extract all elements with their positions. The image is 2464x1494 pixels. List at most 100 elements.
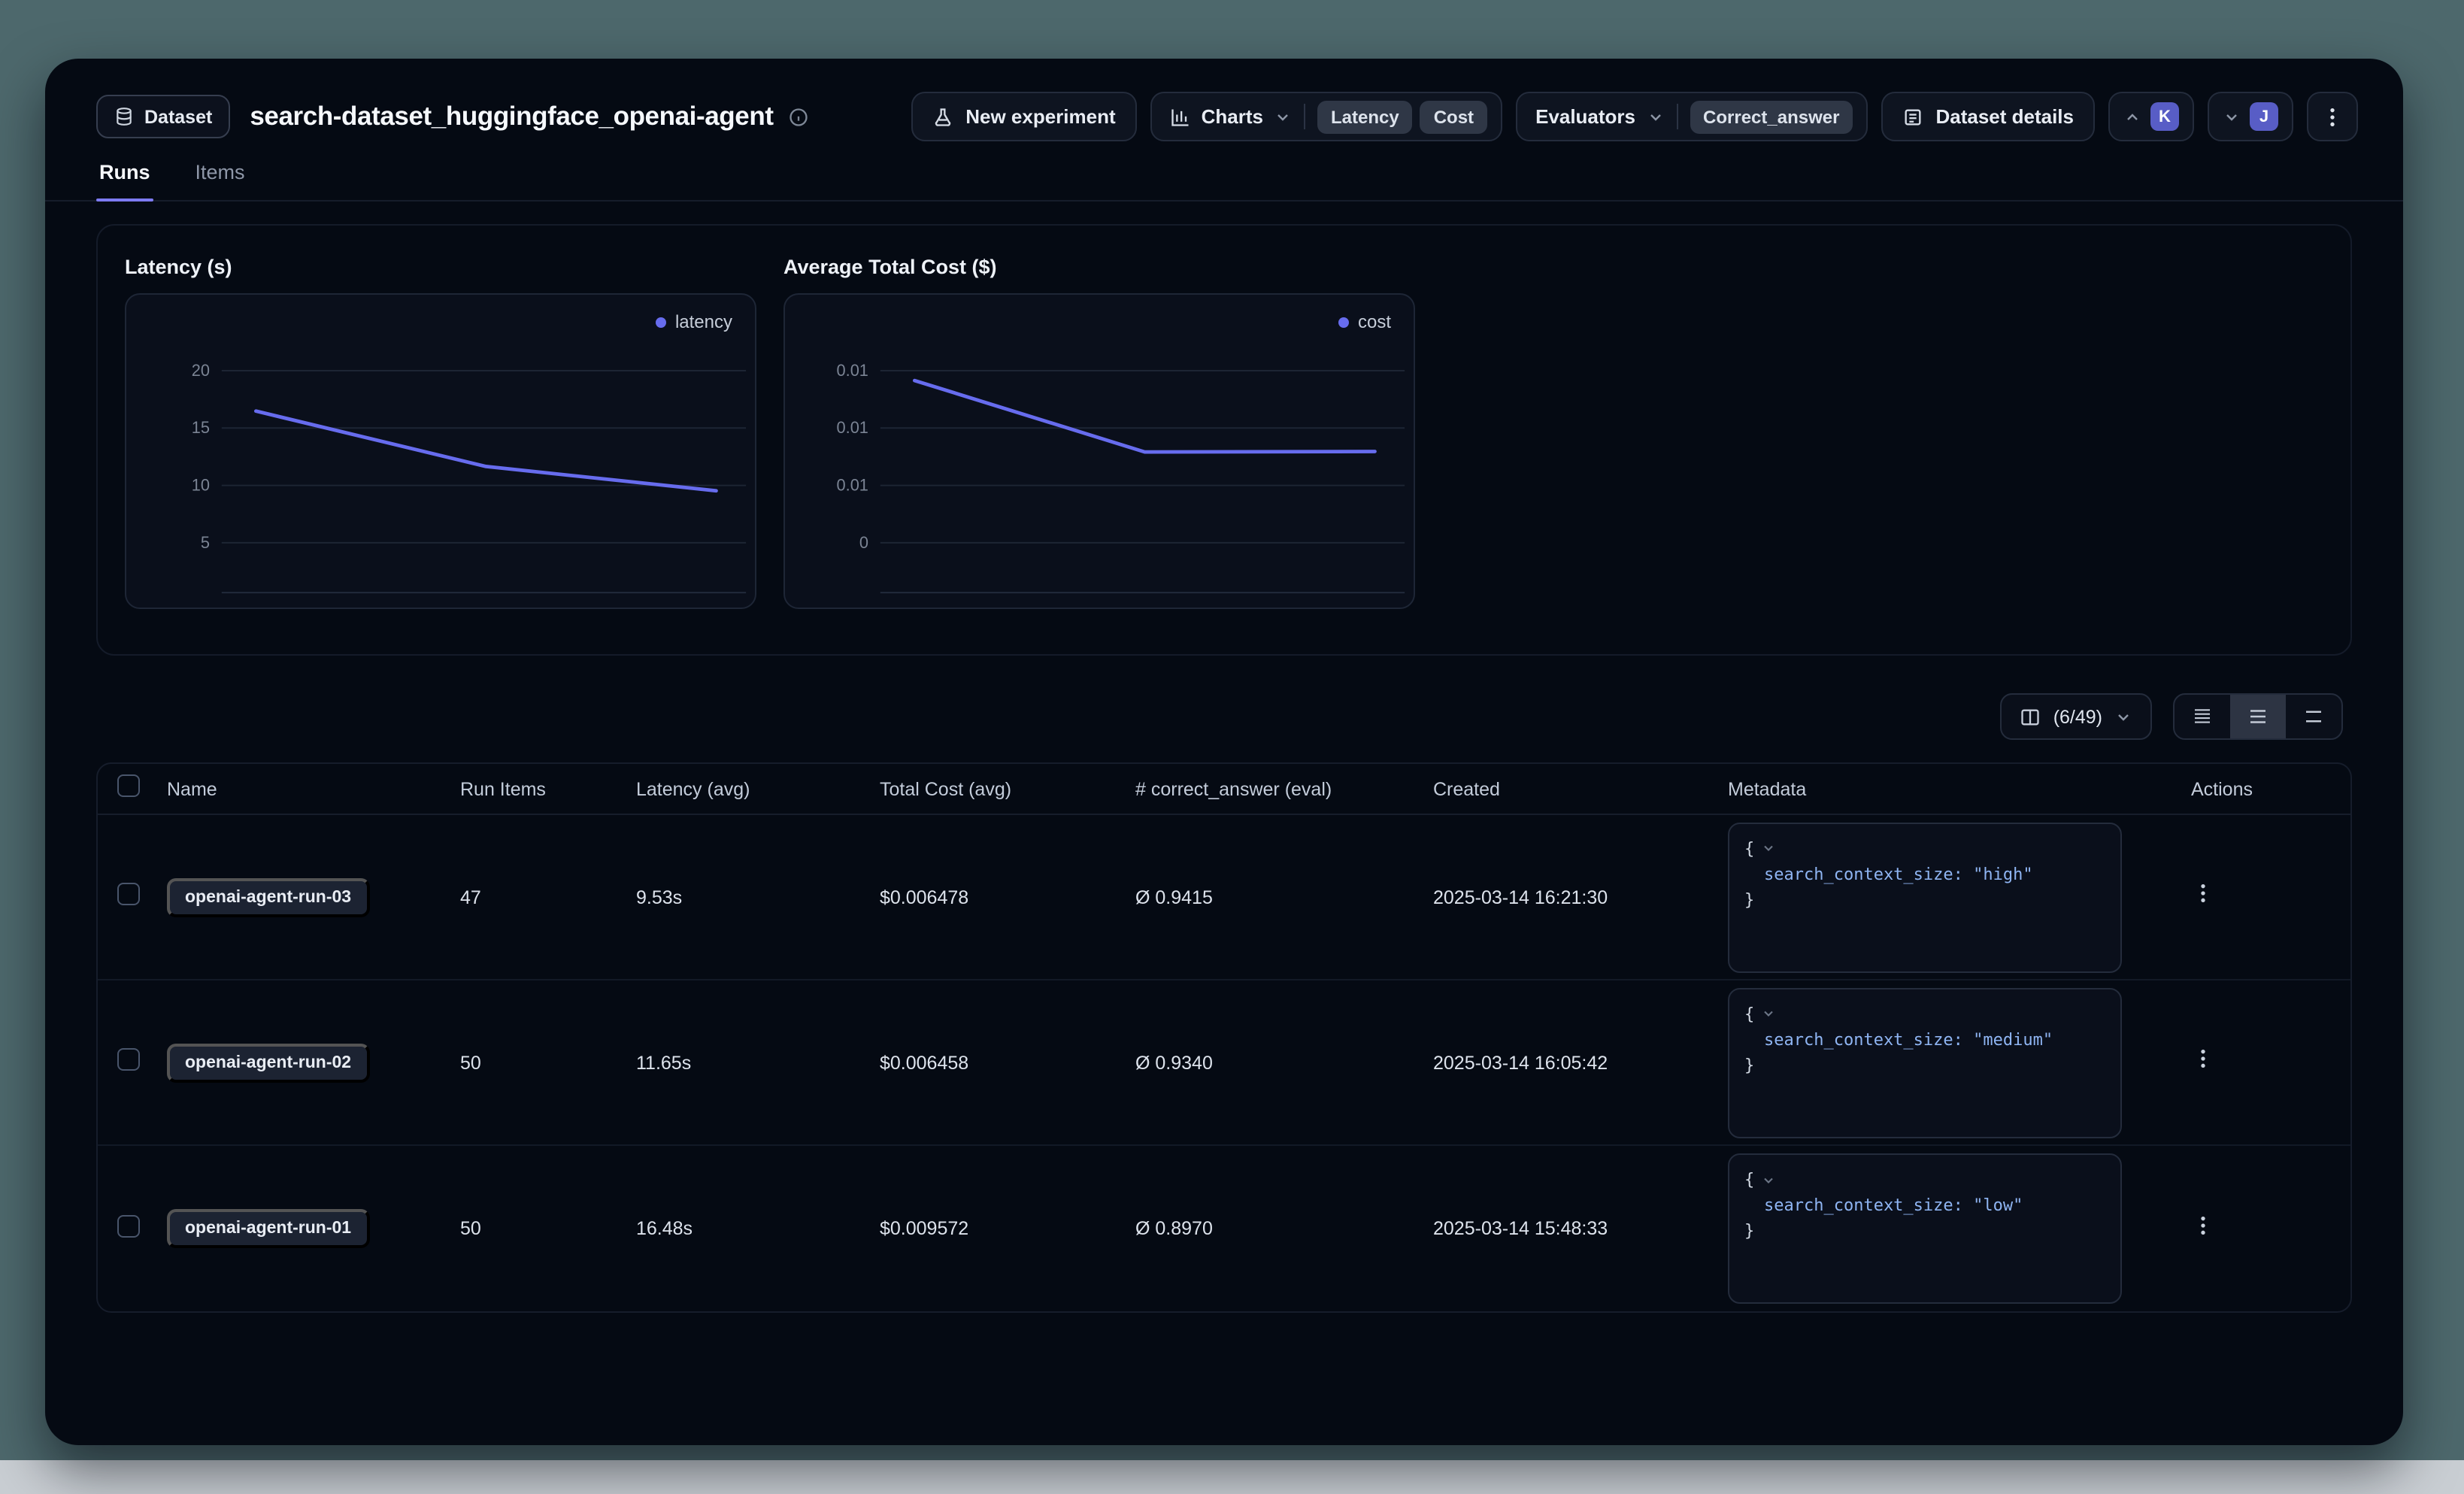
total-cost-cell: $0.009572: [880, 1218, 1135, 1239]
metadata-value: "low": [1973, 1196, 2023, 1215]
latency-chart-block: Latency (s) 2015105 latency: [125, 253, 756, 609]
latency-chart-card: 2015105 latency: [125, 293, 756, 609]
legend-label: latency: [675, 311, 732, 332]
cost-line-chart: 0.010.010.010: [785, 295, 1414, 608]
shortcut-key-k: K: [2150, 102, 2179, 131]
chip-cost[interactable]: Cost: [1420, 100, 1487, 133]
evaluators-dropdown-label: Evaluators: [1535, 105, 1635, 128]
row-actions-button[interactable]: [2191, 1213, 2215, 1237]
tab-items[interactable]: Items: [192, 161, 248, 200]
row-checkbox[interactable]: [117, 883, 140, 905]
latency-line-chart: 2015105: [126, 295, 755, 608]
evaluator-chips: Correct_answer: [1690, 100, 1853, 133]
run-items-cell: 50: [460, 1052, 636, 1073]
dataset-badge-label: Dataset: [144, 106, 212, 127]
table-controls: (6/49): [105, 693, 2343, 740]
run-name-badge[interactable]: openai-agent-run-02: [167, 1043, 369, 1082]
chevron-up-icon: [2123, 108, 2141, 126]
legend-dot: [656, 317, 666, 327]
rows-compact-icon: [2191, 705, 2214, 728]
metadata-close-brace: }: [1744, 886, 2105, 912]
column-visibility-button[interactable]: (6/49): [2001, 693, 2152, 740]
run-items-cell: 50: [460, 1218, 636, 1239]
charts-group: Charts Latency Cost: [1150, 92, 1502, 141]
previous-run-shortcut-button[interactable]: K: [2108, 92, 2194, 141]
chart-legend: latency: [656, 311, 732, 332]
bottom-strip: [0, 1459, 2464, 1494]
page-title: search-dataset_huggingface_openai-agent: [250, 101, 773, 132]
chip-correct-answer[interactable]: Correct_answer: [1690, 100, 1853, 133]
next-run-shortcut-button[interactable]: J: [2208, 92, 2293, 141]
dataset-badge: Dataset: [96, 95, 230, 138]
bar-chart-icon: [1170, 106, 1191, 127]
row-checkbox[interactable]: [117, 1048, 140, 1071]
metadata-collapse-icon[interactable]: [1760, 841, 1775, 856]
cost-chart-block: Average Total Cost ($) 0.010.010.010 cos…: [783, 253, 1415, 609]
overflow-menu-button[interactable]: [2307, 92, 2358, 141]
app-window: Dataset search-dataset_huggingface_opena…: [45, 59, 2403, 1445]
details-icon: [1902, 106, 1923, 127]
metadata-close-brace: }: [1744, 1052, 2105, 1077]
chart-legend: cost: [1338, 311, 1391, 332]
row-height-compact-button[interactable]: [2175, 695, 2230, 738]
top-bar: Dataset search-dataset_huggingface_opena…: [45, 59, 2403, 141]
total-cost-cell: $0.006458: [880, 1052, 1135, 1073]
row-height-medium-button[interactable]: [2230, 695, 2286, 738]
info-icon[interactable]: [789, 106, 810, 127]
divider: [1676, 104, 1678, 129]
chip-latency[interactable]: Latency: [1317, 100, 1413, 133]
page-background: Dataset search-dataset_huggingface_opena…: [0, 0, 2464, 1494]
table-row[interactable]: openai-agent-run-01 50 16.48s $0.009572 …: [98, 1146, 2350, 1311]
toolbar-actions: New experiment Charts Latency Cost: [911, 92, 2358, 141]
svg-text:15: 15: [192, 418, 210, 437]
column-header-run-items: Run Items: [460, 778, 636, 799]
tab-runs[interactable]: Runs: [96, 161, 153, 200]
metadata-json: { search_context_size: "high" }: [1728, 822, 2122, 972]
svg-text:0: 0: [859, 533, 868, 552]
charts-panel: Latency (s) 2015105 latency Average Tota…: [96, 224, 2352, 656]
table-row[interactable]: openai-agent-run-02 50 11.65s $0.006458 …: [98, 980, 2350, 1146]
new-experiment-button[interactable]: New experiment: [911, 92, 1136, 141]
metadata-close-brace: }: [1744, 1218, 2105, 1244]
column-header-correct-answer: # correct_answer (eval): [1135, 778, 1433, 799]
column-count-label: (6/49): [2053, 706, 2102, 727]
run-name-badge[interactable]: openai-agent-run-01: [167, 1209, 369, 1248]
columns-icon: [2020, 706, 2041, 727]
metadata-value: "high": [1973, 864, 2033, 883]
flask-icon: [932, 106, 953, 127]
column-header-created: Created: [1433, 778, 1728, 799]
kebab-icon: [2191, 1213, 2215, 1237]
row-checkbox[interactable]: [117, 1214, 140, 1237]
metadata-collapse-icon[interactable]: [1760, 1172, 1775, 1187]
metadata-open-brace: {: [1744, 835, 1754, 861]
correct-answer-cell: Ø 0.9415: [1135, 886, 1433, 908]
svg-text:0.01: 0.01: [837, 475, 868, 494]
evaluators-dropdown-button[interactable]: Evaluators: [1535, 105, 1664, 128]
metadata-collapse-icon[interactable]: [1760, 1006, 1775, 1021]
metadata-key: search_context_size:: [1764, 864, 1963, 883]
select-all-checkbox[interactable]: [117, 774, 140, 797]
row-actions-button[interactable]: [2191, 1047, 2215, 1071]
metadata-open-brace: {: [1744, 1167, 1754, 1192]
runs-table: Name Run Items Latency (avg) Total Cost …: [96, 762, 2352, 1313]
metadata-json: { search_context_size: "medium" }: [1728, 987, 2122, 1138]
chevron-down-icon: [2114, 708, 2132, 726]
dataset-details-label: Dataset details: [1935, 105, 2074, 128]
kebab-icon: [2191, 881, 2215, 905]
chevron-down-icon: [1646, 108, 1664, 126]
charts-dropdown-button[interactable]: Charts: [1170, 105, 1292, 128]
metadata-key: search_context_size:: [1764, 1029, 1963, 1049]
latency-cell: 9.53s: [636, 886, 880, 908]
chevron-down-icon: [2223, 108, 2241, 126]
table-row[interactable]: openai-agent-run-03 47 9.53s $0.006478 Ø…: [98, 815, 2350, 980]
correct-answer-cell: Ø 0.9340: [1135, 1052, 1433, 1073]
chart-title: Average Total Cost ($): [783, 256, 1415, 278]
latency-cell: 16.48s: [636, 1218, 880, 1239]
column-header-total-cost: Total Cost (avg): [880, 778, 1135, 799]
run-name-badge[interactable]: openai-agent-run-03: [167, 877, 369, 917]
svg-text:5: 5: [201, 533, 210, 552]
dataset-details-button[interactable]: Dataset details: [1881, 92, 2095, 141]
row-actions-button[interactable]: [2191, 881, 2215, 905]
row-height-expanded-button[interactable]: [2286, 695, 2341, 738]
column-header-metadata: Metadata: [1728, 778, 2149, 799]
